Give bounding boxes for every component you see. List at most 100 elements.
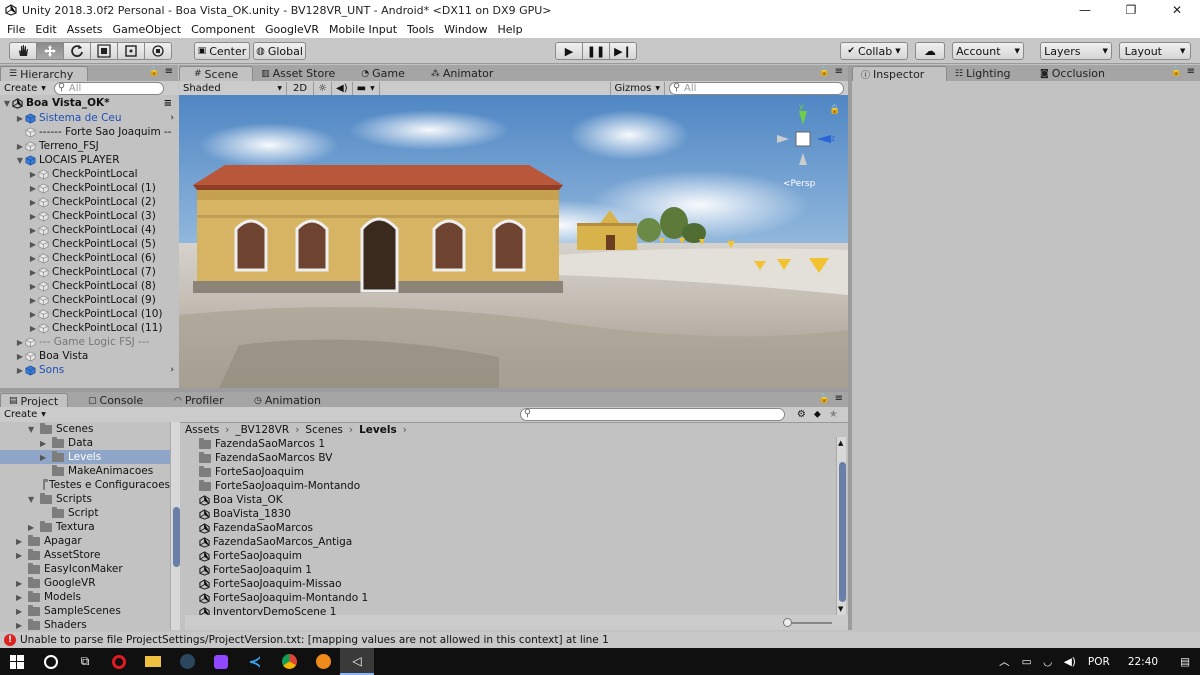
project-file-item[interactable]: FazendaSaoMarcos_Antiga	[185, 535, 835, 549]
hierarchy-item[interactable]: ▶ CheckPointLocal (8)	[0, 279, 178, 293]
project-tree-item[interactable]: ▶ Levels	[0, 450, 170, 464]
expand-arrow-icon[interactable]: ▶	[15, 352, 25, 361]
hierarchy-item[interactable]: ▶ CheckPointLocal (9)	[0, 293, 178, 307]
layers-dropdown[interactable]: Layers ▼	[1040, 42, 1112, 60]
hierarchy-item[interactable]: ▶ CheckPointLocal (5)	[0, 237, 178, 251]
chevron-right-icon[interactable]: ›	[170, 365, 174, 375]
maximize-button[interactable]: ❐	[1108, 0, 1154, 20]
layout-dropdown[interactable]: Layout ▼	[1119, 42, 1191, 60]
project-file-item[interactable]: ForteSaoJoaquim-Montando 1	[185, 591, 835, 605]
tree-scrollbar[interactable]	[170, 422, 180, 630]
hierarchy-item[interactable]: ▶ CheckPointLocal (7)	[0, 265, 178, 279]
clock[interactable]: 22:40	[1116, 656, 1170, 668]
play-button[interactable]: ▶	[555, 42, 583, 60]
hierarchy-item[interactable]: ▶ CheckPointLocal (6)	[0, 251, 178, 265]
hierarchy-item[interactable]: ▶ CheckPointLocal (4)	[0, 223, 178, 237]
expand-arrow-icon[interactable]: ▼	[28, 495, 40, 504]
menu-help[interactable]: Help	[493, 23, 528, 36]
expand-arrow-icon[interactable]: ▶	[40, 453, 52, 462]
tab-animation[interactable]: ◷ Animation	[236, 393, 329, 408]
hierarchy-item[interactable]: ▶ Sistema de Ceu ›	[0, 111, 178, 125]
file-list-scrollbar[interactable]: ▲ ▼	[836, 437, 846, 615]
scale-tool-button[interactable]	[90, 42, 118, 60]
pause-button[interactable]: ❚❚	[582, 42, 610, 60]
shading-mode-dropdown[interactable]: Shaded ▼	[179, 82, 287, 95]
expand-arrow-icon[interactable]: ▶	[16, 537, 28, 546]
expand-arrow-icon[interactable]: ▶	[40, 439, 52, 448]
menu-component[interactable]: Component	[186, 23, 260, 36]
scene-render[interactable]: y z	[179, 95, 848, 388]
cloud-button[interactable]: ☁	[915, 42, 945, 60]
project-create-dropdown[interactable]: Create ▼	[0, 408, 50, 421]
hierarchy-item[interactable]: ▶ CheckPointLocal (3)	[0, 209, 178, 223]
menu-tools[interactable]: Tools	[402, 23, 439, 36]
lock-icon[interactable]: 🔒	[829, 105, 840, 115]
hierarchy-item[interactable]: ▶ --- Game Logic FSJ ---	[0, 335, 178, 349]
notifications-icon[interactable]: ▤	[1170, 656, 1200, 668]
hierarchy-item[interactable]: ▶ CheckPointLocal (10)	[0, 307, 178, 321]
tab-occlusion[interactable]: ◙ Occlusion	[1032, 66, 1113, 81]
expand-arrow-icon[interactable]: ▶	[28, 240, 38, 249]
panel-menu-icon[interactable]: ≡	[835, 393, 843, 404]
scene-search-input[interactable]: All	[669, 82, 844, 95]
expand-arrow-icon[interactable]: ▼	[15, 156, 25, 165]
expand-arrow-icon[interactable]: ▶	[16, 593, 28, 602]
tab-lighting[interactable]: ☷ Lighting	[947, 66, 1032, 81]
project-tree-item[interactable]: ▶ GoogleVR	[0, 576, 170, 590]
tab-inspector[interactable]: ⓘ Inspector	[852, 66, 947, 81]
project-file-item[interactable]: Boa Vista_OK	[185, 493, 835, 507]
project-file-item[interactable]: FazendaSaoMarcos BV	[185, 451, 835, 465]
expand-arrow-icon[interactable]: ▶	[15, 338, 25, 347]
expand-arrow-icon[interactable]: ▶	[15, 114, 25, 123]
expand-arrow-icon[interactable]: ▶	[28, 184, 38, 193]
expand-arrow-icon[interactable]: ▶	[28, 310, 38, 319]
media-player-app[interactable]	[306, 648, 340, 675]
panel-menu-icon[interactable]: ≡	[1187, 66, 1195, 77]
expand-arrow-icon[interactable]: ▶	[28, 324, 38, 333]
menu-assets[interactable]: Assets	[62, 23, 108, 36]
audio-toggle[interactable]: ◀)	[332, 82, 353, 95]
gizmos-dropdown[interactable]: Gizmos ▼	[609, 82, 665, 95]
expand-arrow-icon[interactable]: ▶	[15, 366, 25, 375]
lighting-toggle[interactable]: ☼	[314, 82, 333, 95]
project-file-item[interactable]: FazendaSaoMarcos	[185, 521, 835, 535]
project-tree-item[interactable]: ▶ Data	[0, 436, 170, 450]
unity-app[interactable]: ◁	[340, 648, 374, 675]
file-explorer-app[interactable]	[136, 648, 170, 675]
scene-viewport[interactable]: y z <Persp 🔒	[179, 95, 848, 388]
minimize-button[interactable]: —	[1062, 0, 1108, 20]
project-file-item[interactable]: ForteSaoJoaquim	[185, 549, 835, 563]
project-file-item[interactable]: ForteSaoJoaquim-Montando	[185, 479, 835, 493]
tab-game[interactable]: ◔ Game	[343, 66, 413, 81]
tray-expand-icon[interactable]: ︿	[993, 654, 1016, 669]
transform-tool-button[interactable]	[144, 42, 172, 60]
expand-arrow-icon[interactable]: ▶	[28, 254, 38, 263]
project-tree-item[interactable]: EasyIconMaker	[0, 562, 170, 576]
breadcrumb-item[interactable]: _BV128VR	[235, 424, 289, 436]
project-tree-item[interactable]: ▼ Scripts	[0, 492, 170, 506]
expand-arrow-icon[interactable]: ▶	[28, 268, 38, 277]
tab-profiler[interactable]: ◠ Profiler	[156, 393, 236, 408]
expand-arrow-icon[interactable]: ▶	[28, 212, 38, 221]
hierarchy-item[interactable]: ▶ Boa Vista	[0, 349, 178, 363]
close-button[interactable]: ✕	[1154, 0, 1200, 20]
project-tree-item[interactable]: Script	[0, 506, 170, 520]
move-tool-button[interactable]	[36, 42, 64, 60]
chevron-right-icon[interactable]: ›	[170, 113, 174, 123]
project-file-item[interactable]: BoaVista_1830	[185, 507, 835, 521]
expand-arrow-icon[interactable]: ▶	[16, 607, 28, 616]
lock-icon[interactable]: 🔒	[1171, 67, 1182, 77]
project-tree-item[interactable]: ▶ Textura	[0, 520, 170, 534]
project-tree-item[interactable]: ▶ SampleScenes	[0, 604, 170, 618]
vscode-app[interactable]: ≺	[238, 648, 272, 675]
lock-icon[interactable]: 🔒	[819, 67, 830, 77]
hierarchy-item[interactable]: ▶ Sons ›	[0, 363, 178, 377]
menu-file[interactable]: File	[2, 23, 30, 36]
project-tree-item[interactable]: ▶ Models	[0, 590, 170, 604]
expand-arrow-icon[interactable]: ▶	[28, 296, 38, 305]
volume-icon[interactable]: ◀)	[1058, 656, 1082, 668]
menu-window[interactable]: Window	[439, 23, 492, 36]
rect-tool-button[interactable]	[117, 42, 145, 60]
menu-gameobject[interactable]: GameObject	[108, 23, 187, 36]
menu-mobile-input[interactable]: Mobile Input	[324, 23, 402, 36]
